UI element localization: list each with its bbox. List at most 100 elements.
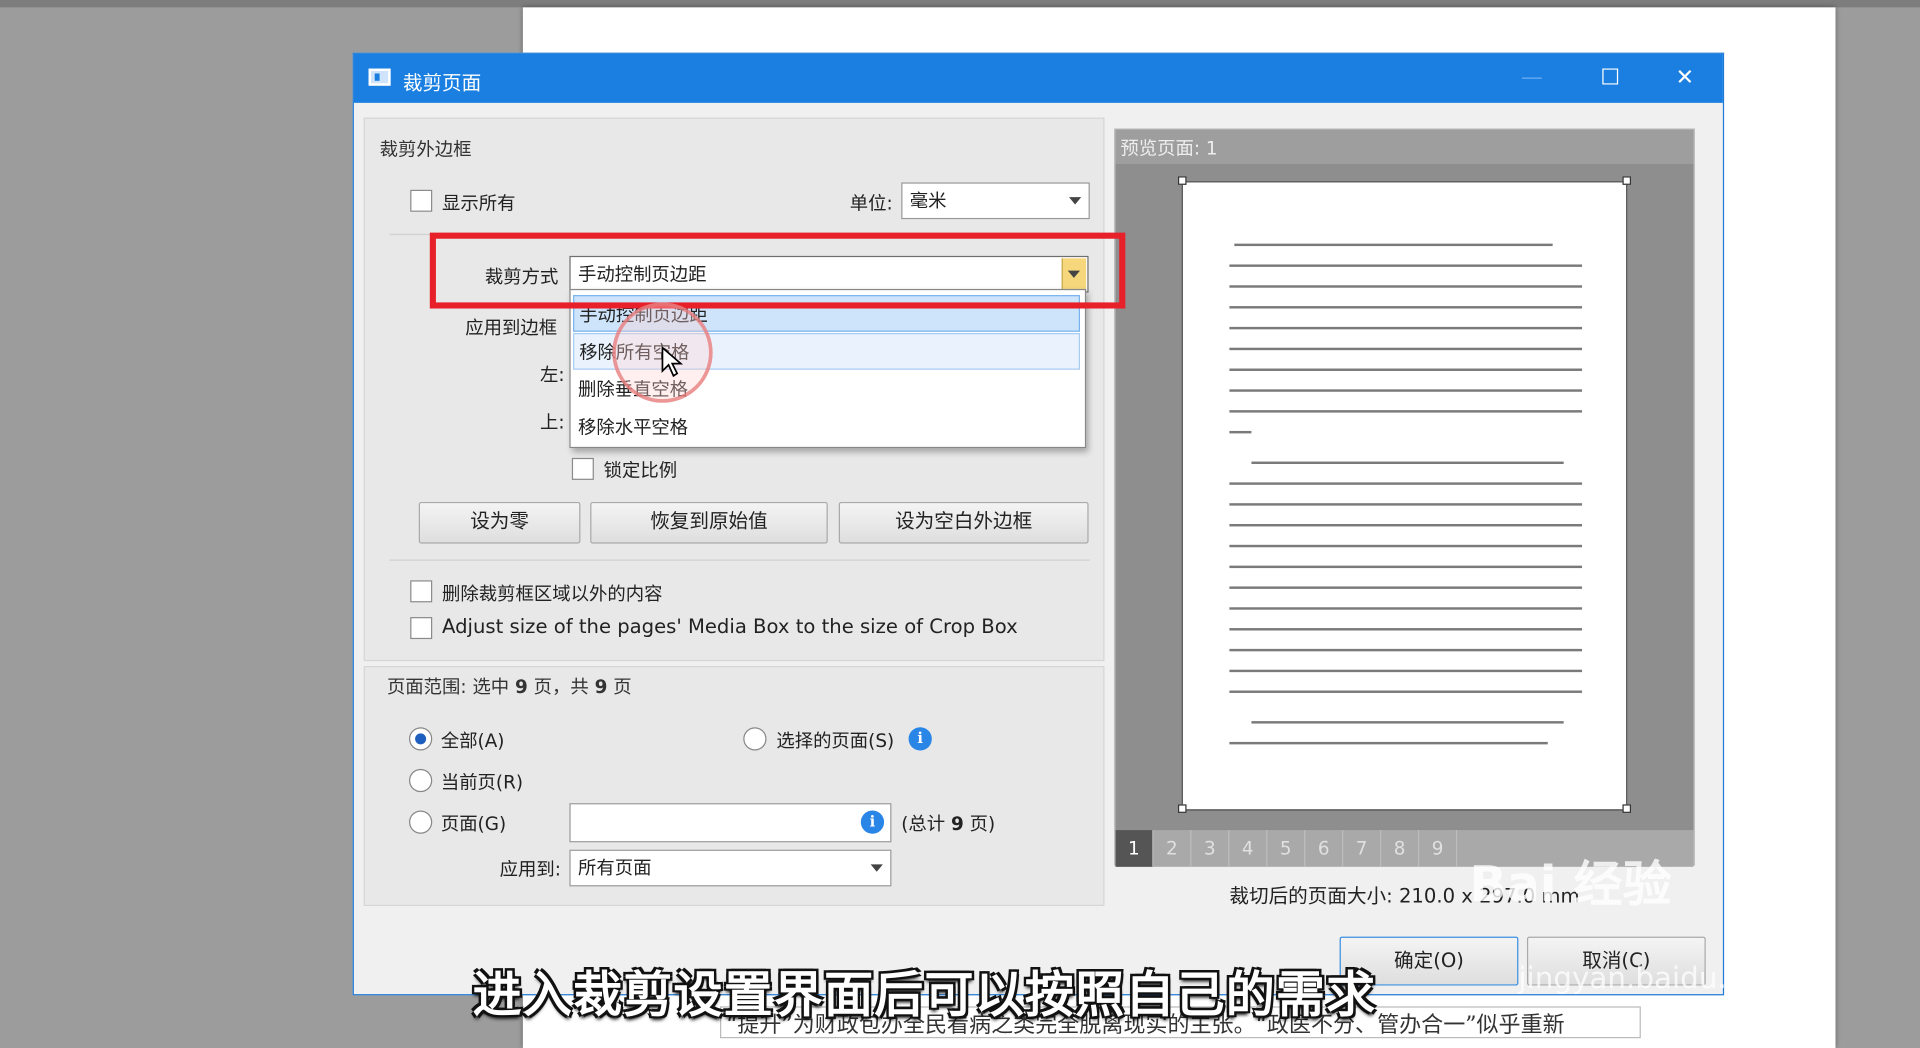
preview-text-line — [1229, 264, 1583, 267]
selected-page-count: 9 — [515, 675, 528, 698]
all-pages-label: 全部(A) — [440, 729, 505, 752]
page-tab-5[interactable]: 5 — [1267, 830, 1306, 867]
preview-text-line — [1229, 482, 1583, 485]
preview-text-line — [1229, 285, 1583, 288]
page-numbers-label: 页面(G) — [440, 812, 507, 835]
total-pages-note: (总计 9 页) — [901, 810, 995, 836]
adjust-media-box-checkbox[interactable] — [410, 617, 433, 640]
divider — [389, 559, 1090, 561]
page-range-mid: 页，共 — [533, 675, 589, 698]
crop-handle-bottom-left[interactable] — [1177, 804, 1187, 813]
preview-text-line — [1229, 741, 1548, 745]
unit-select-value: 毫米 — [909, 189, 947, 212]
preview-page-thumbnail[interactable] — [1181, 181, 1628, 811]
adjust-media-box-label: Adjust size of the pages' Media Box to t… — [442, 614, 1018, 638]
apply-to-label: 应用到: — [499, 858, 561, 881]
preview-text-line — [1229, 544, 1583, 548]
lock-ratio-checkbox[interactable] — [571, 457, 594, 480]
preview-panel: 预览页面: 1 123456789 — [1114, 128, 1695, 867]
total-pages-prefix: (总计 — [901, 812, 946, 835]
preview-text-line — [1251, 461, 1564, 465]
preview-text-line — [1229, 586, 1583, 589]
chevron-down-icon — [870, 864, 883, 872]
crop-method-option-remove-horizontal[interactable]: 移除水平空格 — [573, 409, 1080, 446]
preview-text-line — [1229, 389, 1583, 392]
preview-header: 预览页面: 1 — [1115, 129, 1694, 165]
crop-handle-top-left[interactable] — [1177, 176, 1187, 185]
page-tab-1[interactable]: 1 — [1115, 830, 1154, 867]
delete-outside-checkbox[interactable] — [410, 580, 433, 603]
unit-select[interactable]: 毫米 — [901, 182, 1090, 220]
preview-text-line — [1229, 503, 1583, 506]
crop-handle-top-right[interactable] — [1622, 176, 1632, 185]
preview-text-line — [1229, 565, 1583, 569]
preview-text-line — [1234, 243, 1553, 247]
preview-text-line — [1229, 628, 1583, 631]
apply-to-box-label: 应用到边框 — [465, 317, 558, 340]
page-range-panel: 页面范围: 选中 9 页，共 9 页 全部(A) 选择的页面(S) i 当前页(… — [363, 666, 1105, 906]
current-page-label: 当前页(R) — [440, 771, 524, 794]
delete-outside-label: 删除裁剪框区域以外的内容 — [442, 582, 663, 605]
preview-text-line — [1229, 430, 1252, 434]
total-pages-suffix: 页) — [969, 812, 996, 835]
dialog-titlebar[interactable]: 裁剪页面 — ☐ ✕ — [353, 53, 1723, 103]
page-tab-6[interactable]: 6 — [1305, 830, 1344, 867]
mouse-pointer-icon — [661, 346, 684, 378]
preview-text-line — [1229, 306, 1583, 309]
page-range-header: 页面范围: 选中 9 页，共 9 页 — [387, 673, 632, 699]
page-range-suffix: 页 — [613, 675, 632, 698]
close-button[interactable]: ✕ — [1648, 54, 1721, 103]
pages-input[interactable]: i — [569, 803, 892, 843]
selected-pages-radio[interactable] — [743, 727, 767, 751]
preview-text-line — [1229, 347, 1583, 351]
total-pages-number: 9 — [950, 812, 964, 835]
preview-text-line — [1229, 326, 1583, 330]
all-pages-radio[interactable] — [408, 727, 433, 751]
crop-handle-bottom-right[interactable] — [1622, 804, 1632, 813]
watermark-logo: Bai 经验 — [1469, 857, 1672, 914]
lock-ratio-label: 锁定比例 — [603, 459, 678, 482]
restore-original-button[interactable]: 恢复到原始值 — [590, 501, 828, 544]
preview-text-line — [1251, 721, 1564, 724]
preview-text-line — [1229, 410, 1583, 413]
page-tab-4[interactable]: 4 — [1229, 830, 1268, 867]
total-page-count: 9 — [594, 675, 608, 698]
preview-text-line — [1229, 524, 1583, 527]
video-subtitle: 进入裁剪设置界面后可以按照自己的需求 — [472, 967, 1377, 1024]
left-margin-label: 左: — [540, 363, 565, 386]
chevron-down-icon — [1068, 197, 1082, 205]
show-all-label: 显示所有 — [442, 192, 516, 215]
top-margin-label: 上: — [540, 411, 565, 434]
page-tab-2[interactable]: 2 — [1153, 830, 1192, 867]
app-icon — [368, 68, 391, 86]
page-tab-8[interactable]: 8 — [1381, 830, 1420, 867]
maximize-button[interactable]: ☐ — [1573, 54, 1646, 103]
show-all-checkbox[interactable] — [410, 189, 433, 212]
apply-to-select[interactable]: 所有页面 — [569, 849, 892, 887]
page-tab-3[interactable]: 3 — [1191, 830, 1230, 867]
highlight-annotation-box — [429, 232, 1126, 309]
set-white-margin-button[interactable]: 设为空白外边框 — [838, 501, 1089, 544]
dialog-title: 裁剪页面 — [402, 71, 482, 95]
preview-text-line — [1229, 607, 1583, 610]
page-numbers-radio[interactable] — [408, 810, 433, 834]
page-range-prefix: 页面范围: 选中 — [386, 675, 510, 698]
info-icon[interactable]: i — [860, 810, 885, 834]
minimize-button[interactable]: — — [1495, 54, 1568, 103]
screen: “提升”为财政包办全民看病之类完全脱离现实的主张。“政医不分、管办合一”似乎重新… — [0, 0, 1920, 1048]
preview-text-line — [1229, 669, 1583, 673]
app-top-border — [0, 0, 1920, 8]
selected-pages-label: 选择的页面(S) — [776, 729, 895, 752]
crop-box-header: 裁剪外边框 — [379, 138, 472, 161]
preview-text-line — [1229, 368, 1583, 371]
info-icon[interactable]: i — [908, 727, 932, 751]
apply-to-value: 所有页面 — [577, 857, 652, 880]
preview-text-line — [1229, 648, 1583, 652]
unit-label: 单位: — [849, 192, 893, 215]
watermark-url: jingyan.baidu.com — [1518, 961, 1790, 996]
preview-text-line — [1229, 690, 1583, 693]
set-zero-button[interactable]: 设为零 — [418, 501, 581, 544]
current-page-radio[interactable] — [408, 768, 433, 793]
page-tab-7[interactable]: 7 — [1343, 830, 1382, 867]
page-tab-9[interactable]: 9 — [1419, 830, 1458, 867]
